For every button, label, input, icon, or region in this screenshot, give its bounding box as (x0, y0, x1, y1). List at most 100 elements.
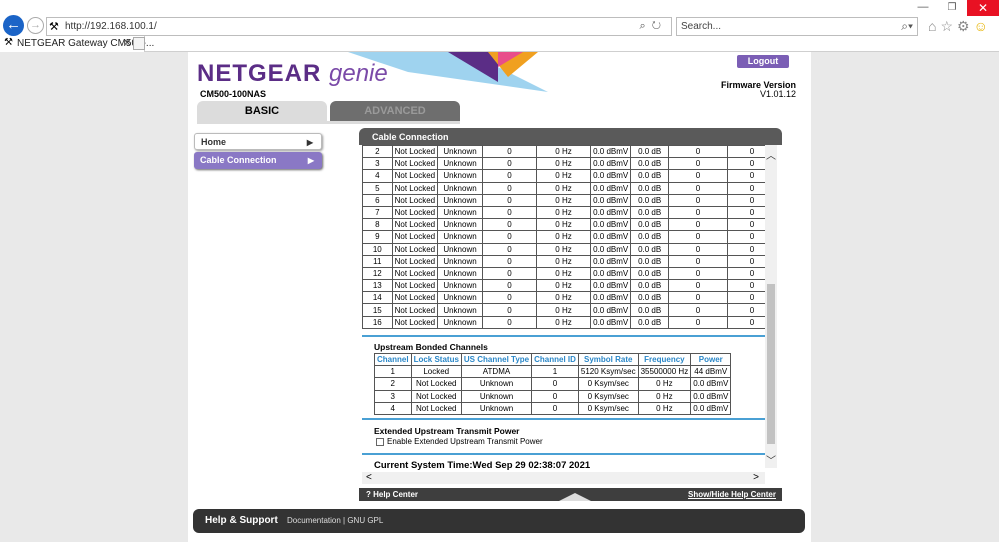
table-cell: Unknown (460, 389, 533, 403)
table-cell: 0 (481, 254, 537, 268)
table-cell: 0 (481, 266, 537, 281)
scroll-thumb[interactable] (767, 284, 775, 444)
table-cell: Unknown (437, 218, 483, 232)
table-cell: 0.0 dBmV (690, 401, 732, 416)
table-row: 14 Not Locked Unknown 0 0 Hz 0.0 dBmV 0.0 dB 0 0 (362, 291, 777, 305)
restore-button[interactable]: ❐ (938, 0, 966, 16)
table-cell: 10 (362, 242, 393, 256)
gear-icon[interactable]: ⚙ (957, 18, 974, 34)
firmware-value: V1.01.12 (759, 89, 796, 99)
table-cell: Not Locked (391, 242, 439, 256)
table-cell: Unknown (437, 205, 483, 220)
scroll-down-icon[interactable]: ﹀ (766, 452, 776, 467)
star-icon[interactable]: ☆ (940, 18, 957, 34)
help-support-links[interactable]: Documentation | GNU GPL (287, 516, 383, 525)
table-cell: 0 Hz (535, 230, 592, 244)
table-cell: 0.0 dB (630, 279, 670, 293)
scroll-up-icon[interactable]: ︿ (766, 147, 776, 162)
table-cell: Not Locked (410, 377, 462, 391)
browser-tab[interactable]: ⚒ NETGEAR Gateway CM500-... ✕ (0, 36, 154, 52)
table-cell: 0 Hz (535, 205, 592, 220)
search-icon[interactable]: ⌕ (640, 20, 652, 32)
show-hide-help-link[interactable]: Show/Hide Help Center (688, 488, 776, 501)
table-cell: Unknown (437, 145, 483, 159)
table-cell: 12 (362, 266, 393, 281)
table-cell: Not Locked (391, 169, 439, 183)
table-cell: Not Locked (391, 230, 439, 244)
section-divider (362, 335, 765, 337)
tab-advanced[interactable]: ADVANCED (330, 101, 460, 121)
table-cell: 0.0 dB (630, 205, 670, 220)
triangle-icon[interactable] (559, 493, 591, 501)
table-cell: Unknown (460, 401, 533, 416)
table-cell: 6 (362, 193, 393, 207)
table-cell: 0 Hz (535, 145, 592, 159)
forward-button[interactable]: → (27, 17, 44, 34)
menu-item-label: Home (201, 137, 227, 147)
close-button[interactable]: ✕ (967, 0, 999, 16)
panel-title: Cable Connection (359, 128, 782, 145)
panel-content[interactable]: 2 Not Locked Unknown 0 0 Hz 0.0 dBmV 0.0 dB 0 0 3… (362, 145, 777, 488)
netgear-logo: NETGEAR genie (197, 60, 388, 88)
table-row: 6 Not Locked Unknown 0 0 Hz 0.0 dBmV 0.0 dB 0 0 (362, 193, 777, 207)
help-center-link[interactable]: ? Help Center (366, 488, 418, 501)
table-cell: 0.0 dB (630, 242, 670, 256)
table-cell: 44 dBmV (690, 364, 732, 379)
tab-icon: ⚒ (4, 37, 13, 48)
logout-button[interactable]: Logout (737, 55, 789, 68)
table-row: 12 Not Locked Unknown 0 0 Hz 0.0 dBmV 0.0 dB 0 0 (362, 266, 777, 281)
address-url[interactable]: http://192.168.100.1/ (65, 21, 157, 32)
search-icon[interactable]: ⌕▾ (901, 19, 913, 34)
table-cell: 0 (668, 230, 728, 244)
table-cell: 0 (481, 181, 537, 195)
smiley-icon[interactable]: ☺ (974, 18, 992, 34)
address-tools: ⌕↻ (640, 20, 667, 33)
menu-item-cable-connection[interactable]: Cable Connection ▶ (194, 152, 322, 169)
tab-close-icon[interactable]: ✕ (123, 38, 131, 49)
table-cell: 13 (362, 279, 393, 293)
table-cell: 0 Hz (637, 377, 692, 391)
menu-item-home[interactable]: Home ▶ (194, 133, 322, 150)
search-input[interactable]: Search... (681, 21, 721, 32)
column-header: Lock Status (410, 353, 462, 366)
table-cell: 0 (668, 254, 728, 268)
table-cell: Not Locked (391, 291, 439, 305)
extended-power-checkbox[interactable] (376, 438, 384, 446)
new-tab-button[interactable] (133, 37, 145, 50)
table-cell: 0.0 dBmV (690, 389, 732, 403)
column-header: US Channel Type (460, 353, 533, 366)
table-cell: 0.0 dBmV (590, 205, 632, 220)
table-cell: 0 Hz (535, 218, 592, 232)
horizontal-scrollbar[interactable]: < > (362, 472, 765, 484)
table-cell: 0 Hz (637, 389, 692, 403)
vertical-scrollbar[interactable]: ︿ ﹀ (765, 145, 777, 468)
scroll-left-icon[interactable]: < (366, 472, 372, 483)
model-name: CM500-100NAS (200, 89, 267, 99)
table-cell: 0 Hz (535, 242, 592, 256)
table-cell: Not Locked (391, 266, 439, 281)
table-cell: 0 (481, 315, 537, 329)
back-button[interactable]: ← (3, 15, 24, 36)
table-cell: 1 (374, 364, 412, 379)
search-box[interactable]: Search... ⌕▾ (676, 17, 918, 36)
table-cell: 0.0 dBmV (590, 181, 632, 195)
table-row: 3 Not Locked Unknown 0 0 Hz 0.0 dBmV 0.0 dB 0 0 (362, 157, 777, 171)
table-row: 8 Not Locked Unknown 0 0 Hz 0.0 dBmV 0.0 dB 0 0 (362, 218, 777, 232)
tab-basic[interactable]: BASIC (197, 101, 327, 121)
table-row: 10 Not Locked Unknown 0 0 Hz 0.0 dBmV 0.0 dB 0 0 (362, 242, 777, 256)
table-cell: 0 (668, 266, 728, 281)
minimize-button[interactable]: — (909, 0, 937, 16)
refresh-icon[interactable]: ↻ (652, 20, 667, 32)
table-cell: 5120 Ksym/sec (577, 364, 639, 379)
home-icon[interactable]: ⌂ (928, 18, 940, 34)
table-cell: 0 (481, 145, 537, 159)
table-cell: 0 Hz (637, 401, 692, 416)
table-cell: 0 Hz (535, 193, 592, 207)
table-cell: Not Locked (391, 315, 439, 329)
scroll-right-icon[interactable]: > (753, 472, 759, 483)
extended-title: Extended Upstream Transmit Power (374, 426, 520, 436)
address-bar[interactable]: ⚒ http://192.168.100.1/ ⌕↻ (46, 17, 672, 36)
tab-underline (197, 121, 460, 124)
table-cell: 0 (668, 205, 728, 220)
table-row: 7 Not Locked Unknown 0 0 Hz 0.0 dBmV 0.0 dB 0 0 (362, 205, 777, 220)
